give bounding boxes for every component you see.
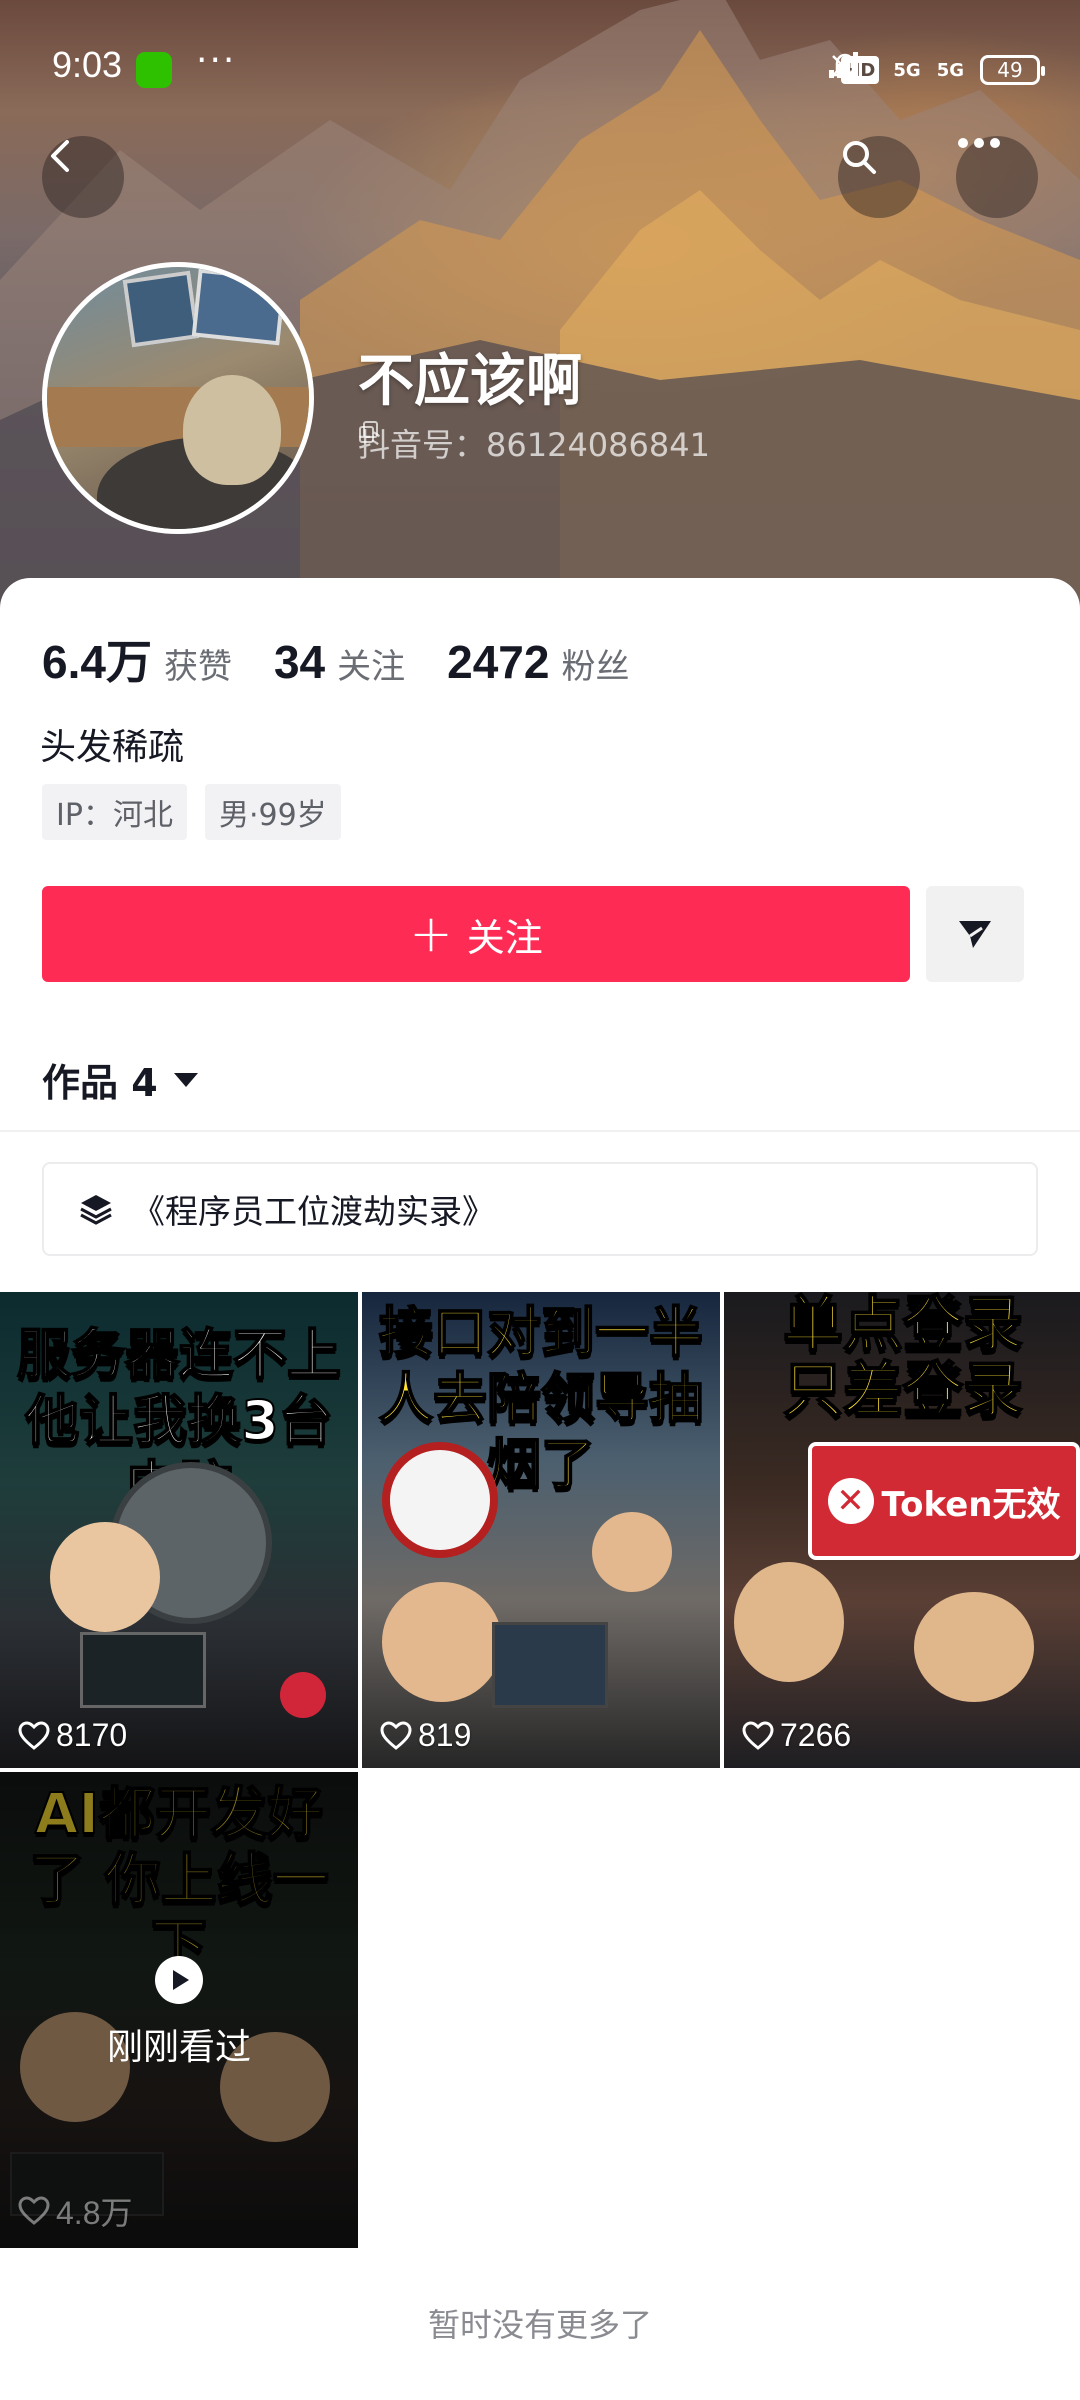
profile-sheet: 6.4万 获赞 34 关注 2472 粉丝 头发稀疏 IP：河北 男·99岁 +… [0, 578, 1080, 2400]
battery-icon: 49 [980, 55, 1045, 85]
character-illustration [50, 1522, 160, 1632]
stat-likes[interactable]: 6.4万 获赞 [42, 626, 232, 692]
like-count: 8170 [18, 1717, 127, 1754]
share-button[interactable] [926, 886, 1024, 982]
video-cover-title: 单点登录 只差登录 [782, 1292, 1024, 1426]
token-error-label: Token无效 [881, 1484, 1061, 1525]
caret-down-icon [173, 1072, 198, 1087]
avatar[interactable] [42, 262, 314, 534]
plus-icon: + [409, 904, 453, 964]
warning-badge [280, 1672, 326, 1718]
profile-stats: 6.4万 获赞 34 关注 2472 粉丝 [42, 626, 671, 692]
status-time: 9:03 [52, 44, 123, 85]
stat-following[interactable]: 34 关注 [274, 635, 405, 689]
character-illustration [734, 1562, 844, 1682]
profile-cover: 9:03 ··· HD 5G 5G 49 不应该啊 抖音号：8612408684… [0, 0, 1080, 620]
like-count: 819 [380, 1717, 471, 1754]
stat-label: 关注 [337, 647, 406, 687]
collection-title: 《程序员工位渡劫实录》 [132, 1192, 495, 1231]
character-illustration [382, 1582, 502, 1702]
video-tile-2[interactable]: 接口对到一半 人去陪领导抽烟了 819 [362, 1292, 720, 1768]
alarm-clock-illustration [382, 1442, 498, 1558]
like-count-value: 819 [418, 1717, 472, 1753]
profile-tags: IP：河北 男·99岁 [42, 784, 341, 840]
character-illustration-2 [592, 1512, 672, 1592]
follow-button[interactable]: + 关注 [42, 886, 910, 982]
video-tile-4[interactable]: AI都开发好了 你上线一下 刚刚看过 4.8万 [0, 1772, 358, 2248]
monitor-illustration [492, 1622, 608, 1708]
follow-label: 关注 [466, 915, 543, 960]
search-button[interactable] [838, 136, 920, 218]
character-illustration-2 [914, 1592, 1034, 1702]
signal-5g-icon-2: 5G [829, 52, 966, 88]
heart-icon [18, 2196, 50, 2225]
more-notifications-icon: ··· [196, 40, 237, 81]
douyin-id-text: 抖音号：86124086841 [358, 426, 710, 464]
error-dialog: ✕ Token无效 [808, 1442, 1080, 1560]
stat-value: 34 [273, 636, 326, 688]
like-count-value: 8170 [56, 1717, 128, 1753]
divider [0, 1130, 1080, 1132]
profile-name: 不应该啊 [358, 349, 582, 414]
recently-watched-label: 刚刚看过 [106, 2027, 251, 2068]
heart-icon [380, 1720, 412, 1750]
search-icon [843, 141, 876, 174]
douyin-id[interactable]: 抖音号：86124086841 [358, 420, 710, 466]
copy-icon [359, 421, 378, 443]
works-tab-label: 作品 4 [42, 1061, 158, 1105]
error-x-icon: ✕ [827, 1478, 874, 1524]
video-tile-3[interactable]: 单点登录 只差登录 ✕ Token无效 7266 [724, 1292, 1080, 1768]
video-tile-1[interactable]: 服务器连不上 他让我换3台电脑 8170 [0, 1292, 358, 1768]
gender-age-tag: 男·99岁 [204, 784, 341, 840]
send-icon [959, 921, 991, 948]
collection-entry[interactable]: 《程序员工位渡劫实录》 [42, 1162, 1038, 1256]
play-icon [155, 1956, 203, 2004]
like-count: 7266 [742, 1717, 851, 1754]
signal-5g-icon: 5G [829, 52, 922, 88]
stat-label: 粉丝 [561, 647, 630, 687]
back-button[interactable] [42, 136, 124, 218]
status-icons: HD 5G 5G 49 [827, 50, 1045, 90]
laptop-illustration [80, 1632, 206, 1708]
tab-works[interactable]: 作品 4 [42, 1052, 198, 1107]
watched-overlay [0, 1772, 358, 2248]
status-bar: 9:03 ··· HD 5G 5G 49 [0, 0, 1080, 140]
stat-followers[interactable]: 2472 粉丝 [447, 635, 629, 689]
heart-icon [18, 1720, 50, 1750]
layers-icon [80, 1195, 112, 1225]
heart-icon [742, 1720, 774, 1750]
profile-bio: 头发稀疏 [40, 727, 185, 768]
more-dots-icon [958, 138, 1000, 148]
stat-value: 2472 [447, 636, 550, 688]
like-count-value: 4.8万 [56, 2195, 133, 2231]
wechat-notification-icon [136, 52, 172, 88]
chevron-left-icon [51, 140, 69, 172]
ip-location-tag: IP：河北 [42, 784, 187, 840]
stat-label: 获赞 [163, 647, 232, 687]
like-count-value: 7266 [780, 1717, 852, 1753]
no-more-content-label: 暂时没有更多了 [427, 2306, 652, 2344]
like-count: 4.8万 [18, 2188, 133, 2234]
stat-value: 6.4万 [42, 636, 152, 688]
more-options-button[interactable] [956, 136, 1038, 218]
